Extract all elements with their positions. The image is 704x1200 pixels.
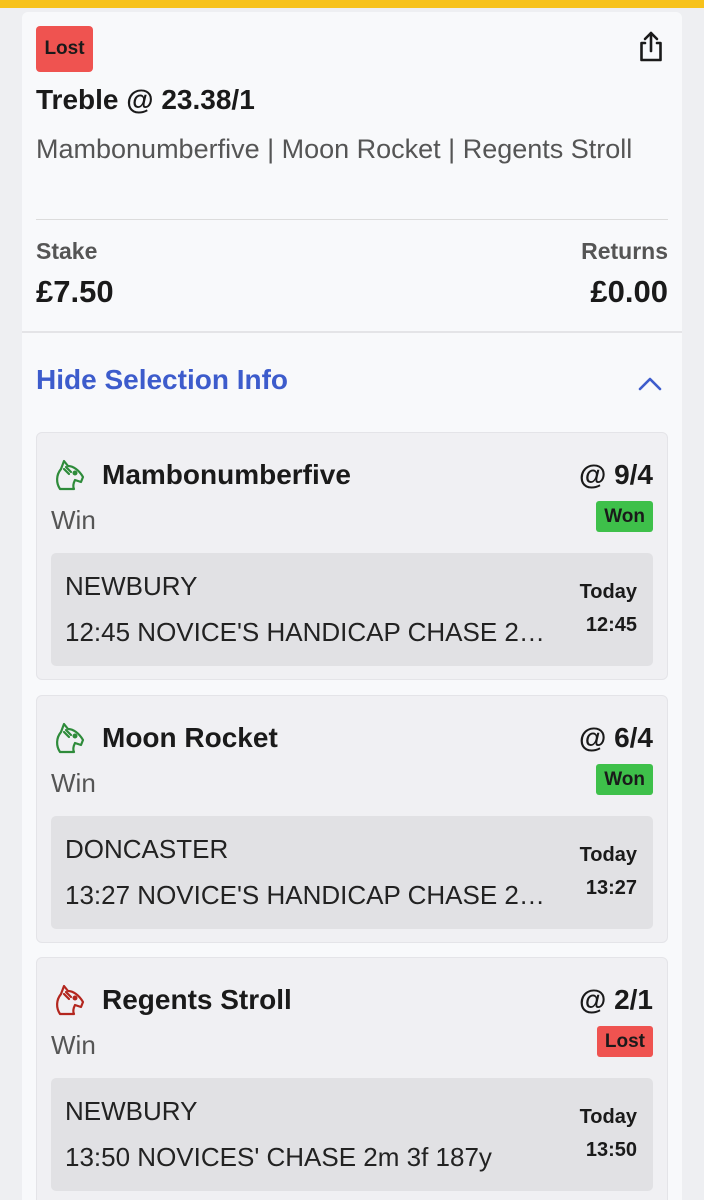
market-type: Win <box>51 768 96 798</box>
leg-result-badge: Won <box>596 764 653 795</box>
race-time: 12:45 <box>585 614 637 636</box>
top-accent-bar <box>0 0 704 8</box>
horse-head-icon <box>56 459 85 491</box>
race-info[interactable]: NEWBURY 12:45 NOVICE'S HANDICAP CHASE 2m… <box>51 553 653 666</box>
bet-title: Treble @ 23.38/1 <box>36 84 255 115</box>
horse-name: Regents Stroll <box>102 984 292 1015</box>
race-day: Today <box>579 1106 637 1128</box>
course-name: DONCASTER <box>65 834 229 864</box>
horse-head-icon <box>56 722 85 754</box>
race-time: 13:27 <box>585 877 637 899</box>
leg-odds: @ 9/4 <box>578 459 653 490</box>
stake-value: £7.50 <box>36 274 114 309</box>
race-name: 12:45 NOVICE'S HANDICAP CHASE 2m 4f <box>65 617 545 647</box>
race-time: 13:50 <box>585 1139 637 1161</box>
leg-odds: @ 6/4 <box>578 722 653 753</box>
returns-value: £0.00 <box>590 274 668 309</box>
leg-odds: @ 2/1 <box>578 984 653 1015</box>
course-name: NEWBURY <box>65 1096 198 1126</box>
divider <box>22 331 682 333</box>
race-info[interactable]: NEWBURY 13:50 NOVICES' CHASE 2m 3f 187y … <box>51 1078 653 1191</box>
share-button[interactable] <box>634 30 668 64</box>
market-type: Win <box>51 505 96 535</box>
market-type: Win <box>51 1030 96 1060</box>
race-day: Today <box>579 844 637 866</box>
leg-result-badge: Lost <box>596 1026 653 1057</box>
divider <box>36 219 668 220</box>
course-name: NEWBURY <box>65 571 198 601</box>
stake-label: Stake <box>36 238 98 264</box>
horse-name: Moon Rocket <box>102 722 278 753</box>
race-info[interactable]: DONCASTER 13:27 NOVICE'S HANDICAP CHASE … <box>51 816 653 929</box>
share-icon <box>640 31 662 62</box>
selection-leg: Moon Rocket @ 6/4 Win Won DONCASTER 13:2… <box>36 695 668 943</box>
race-name: 13:27 NOVICE'S HANDICAP CHASE 2m 3f <box>65 880 545 910</box>
race-day: Today <box>579 581 637 603</box>
bet-selections-summary: Mambonumberfive | Moon Rocket | Regents … <box>36 134 633 164</box>
bet-status-badge: Lost <box>36 26 93 72</box>
horse-head-icon <box>56 984 85 1016</box>
returns-label: Returns <box>581 238 668 264</box>
bet-card: Lost Treble @ 23.38/1 Mambonumberfive | … <box>22 12 682 1200</box>
selection-leg: Mambonumberfive @ 9/4 Win Won NEWBURY 12… <box>36 432 668 680</box>
chevron-up-icon <box>638 377 662 391</box>
collapse-toggle-button[interactable] <box>636 372 664 396</box>
race-name: 13:50 NOVICES' CHASE 2m 3f 187y <box>65 1142 492 1172</box>
leg-result-badge: Won <box>596 501 653 532</box>
horse-name: Mambonumberfive <box>102 459 351 490</box>
hide-selection-info-link[interactable]: Hide Selection Info <box>36 364 288 396</box>
selection-leg: Regents Stroll @ 2/1 Win Lost NEWBURY 13… <box>36 957 668 1200</box>
